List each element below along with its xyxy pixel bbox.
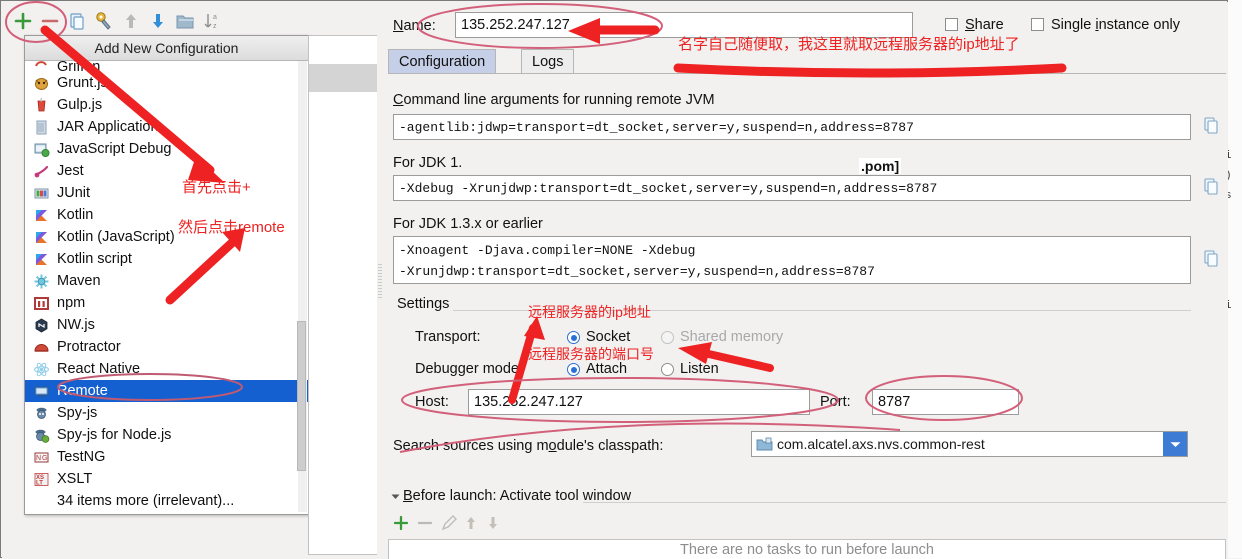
annotation-overlay [5, 1, 1067, 453]
note-remote-server-ip: 远程服务器的ip地址 [528, 304, 651, 320]
note-remote-server-port: 远程服务器的端口号 [528, 346, 654, 362]
note-name-anything: 名字自己随便取，我这里就取远程服务器的ip地址了 [678, 36, 1020, 53]
note-then-click-remote: 然后点击remote [178, 219, 285, 236]
note-click-plus-first: 首先点击+ [182, 179, 251, 196]
